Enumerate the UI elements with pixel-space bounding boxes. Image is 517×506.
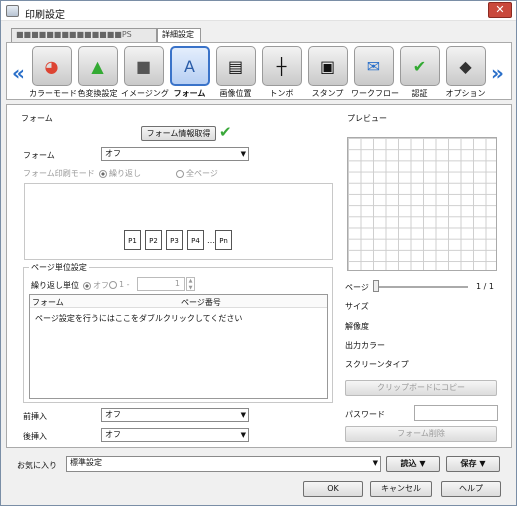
- page-box: P4: [187, 230, 204, 250]
- chevron-down-icon: ▼: [240, 411, 246, 419]
- password-label: パスワード: [345, 410, 385, 419]
- col-form[interactable]: フォーム: [32, 297, 64, 308]
- repeat-n-radio[interactable]: 1 -: [109, 280, 130, 289]
- image-position-icon: ▤: [215, 46, 256, 86]
- load-button[interactable]: 読込 ▼: [386, 456, 440, 472]
- printer-icon: [6, 5, 19, 17]
- page-count: 1 / 1: [476, 282, 494, 291]
- chevron-down-icon: ▼: [240, 431, 246, 439]
- ribbon-image-position[interactable]: ▤ 画像位置: [213, 46, 258, 101]
- copy-clipboard-button[interactable]: クリップボードにコピー: [345, 380, 497, 396]
- color-mode-icon: ◕: [31, 46, 72, 86]
- count-stepper[interactable]: ▲ ▼: [186, 277, 195, 291]
- form-print-mode-label: フォーム印刷モード: [23, 169, 95, 178]
- save-button[interactable]: 保存 ▼: [446, 456, 500, 472]
- list-hint: ページ設定を行うにはここをダブルクリックしてください: [35, 314, 243, 323]
- get-form-info-button[interactable]: フォーム情報取得: [141, 126, 216, 141]
- repeat-off-radio[interactable]: オフ: [83, 280, 109, 291]
- page-box: P1: [124, 230, 141, 250]
- mode-repeat-radio[interactable]: 繰り返し: [99, 168, 141, 179]
- ribbon-authentication[interactable]: ✔ 認証: [397, 46, 442, 101]
- page-box: P3: [166, 230, 183, 250]
- ribbon-imaging[interactable]: ■ イメージング: [121, 46, 169, 101]
- form-select[interactable]: オフ ▼: [101, 147, 249, 161]
- favorites-label: お気に入り: [17, 461, 57, 470]
- option-icon: ◆: [445, 46, 486, 86]
- tab-driver[interactable]: ■■■■■■■■■■■■■■PS: [11, 28, 157, 42]
- col-page-number[interactable]: ページ番号: [181, 297, 221, 308]
- repeat-unit-label: 繰り返し単位: [31, 281, 79, 290]
- chevron-down-icon: ▼: [372, 459, 378, 467]
- scroll-left-icon[interactable]: «: [12, 61, 25, 85]
- size-label: サイズ: [345, 302, 369, 311]
- workflow-icon: ✉: [353, 46, 394, 86]
- page-slider-label: ページ: [345, 283, 369, 292]
- dropdown-arrow-icon: ▼: [419, 459, 426, 468]
- preview-label: プレビュー: [347, 114, 387, 123]
- check-icon: ✔: [219, 123, 232, 141]
- back-insert-label: 後挿入: [23, 432, 47, 441]
- ok-button[interactable]: OK: [303, 481, 363, 497]
- form-label: フォーム: [23, 151, 55, 160]
- page-box: Pn: [215, 230, 232, 250]
- ribbon-workflow[interactable]: ✉ ワークフロー: [351, 46, 399, 101]
- page-slider-track: [374, 286, 468, 288]
- preview-grid: [347, 137, 497, 271]
- ribbon-color-convert[interactable]: ▲ 色変換設定: [75, 46, 120, 101]
- form-icon: A: [169, 46, 210, 86]
- ribbon-color-mode[interactable]: ◕ カラーモード: [29, 46, 77, 101]
- front-insert-label: 前挿入: [23, 412, 47, 421]
- back-insert-select[interactable]: オフ ▼: [101, 428, 249, 442]
- list-header: [30, 295, 327, 308]
- front-insert-select[interactable]: オフ ▼: [101, 408, 249, 422]
- resolution-label: 解像度: [345, 322, 369, 331]
- output-color-label: 出力カラー: [345, 341, 385, 350]
- screen-type-label: スクリーンタイプ: [345, 360, 409, 369]
- title-bar: 印刷設定 ✕: [1, 1, 516, 21]
- page-list[interactable]: [29, 294, 328, 399]
- cancel-button[interactable]: キャンセル: [370, 481, 432, 497]
- authentication-icon: ✔: [399, 46, 440, 86]
- mode-all-pages-radio[interactable]: 全ページ: [176, 168, 218, 179]
- ribbon-crop-marks[interactable]: ┼ トンボ: [259, 46, 304, 101]
- color-convert-icon: ▲: [77, 46, 118, 86]
- window-title: 印刷設定: [25, 10, 65, 21]
- ellipsis: …: [207, 236, 215, 245]
- help-button[interactable]: ヘルプ: [441, 481, 501, 497]
- tab-advanced[interactable]: 詳細設定: [157, 28, 201, 42]
- form-group-label: フォーム: [21, 114, 53, 123]
- page-unit-label: ページ単位設定: [29, 262, 89, 273]
- ribbon-stamp[interactable]: ▣ スタンプ: [305, 46, 350, 101]
- stamp-icon: ▣: [307, 46, 348, 86]
- crop-marks-icon: ┼: [261, 46, 302, 86]
- ribbon-option[interactable]: ◆ オプション: [443, 46, 488, 101]
- password-field[interactable]: [414, 405, 498, 421]
- print-settings-window: 印刷設定 ✕ ■■■■■■■■■■■■■■PS 詳細設定 « » ◕ カラーモード…: [0, 0, 517, 506]
- page-box: P2: [145, 230, 162, 250]
- function-ribbon: « » ◕ カラーモード ▲ 色変換設定 ■ イメージング A フォーム ▤ 画像位置 ┼…: [6, 42, 512, 100]
- delete-form-button[interactable]: フォーム削除: [345, 426, 497, 442]
- scroll-right-icon[interactable]: »: [491, 61, 504, 85]
- close-button[interactable]: ✕: [488, 2, 512, 18]
- chevron-down-icon: ▼: [240, 150, 246, 158]
- repeat-count-input[interactable]: 1: [137, 277, 185, 291]
- ribbon-form[interactable]: A フォーム: [167, 46, 212, 101]
- favorites-select[interactable]: 標準設定 ▼: [66, 456, 381, 472]
- imaging-icon: ■: [123, 46, 164, 86]
- page-slider-thumb[interactable]: [373, 280, 379, 292]
- dropdown-arrow-icon: ▼: [479, 459, 486, 468]
